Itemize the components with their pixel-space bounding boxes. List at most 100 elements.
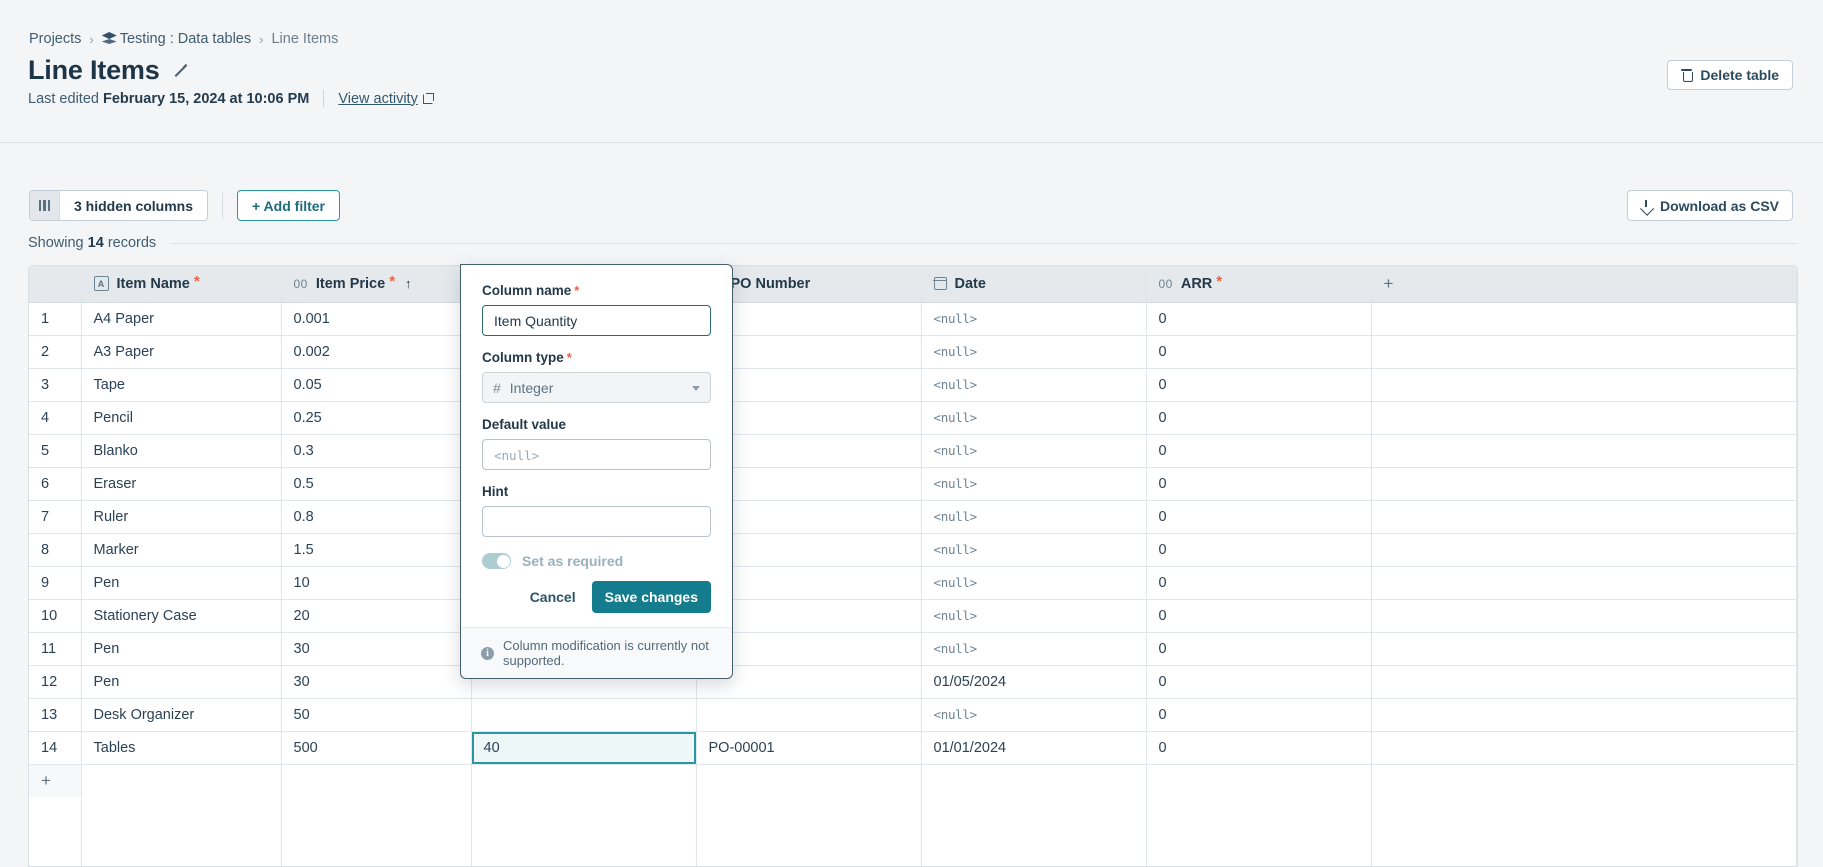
cell-item-price[interactable]: 500: [281, 731, 472, 765]
cell-arr[interactable]: 0: [1146, 533, 1372, 567]
hint-input[interactable]: [482, 506, 711, 537]
cell-item-name[interactable]: Pen: [81, 665, 282, 699]
hidden-columns-button[interactable]: 3 hidden columns: [29, 190, 209, 221]
cell-date[interactable]: <null>: [921, 368, 1147, 402]
cell-item-price[interactable]: 0.05: [281, 368, 472, 402]
cell-empty: [1371, 599, 1797, 633]
column-name-input[interactable]: [482, 305, 711, 336]
column-header-item-name[interactable]: A Item Name *: [81, 266, 282, 303]
cell-item-price[interactable]: 30: [281, 632, 472, 666]
cell-item-name[interactable]: Pen: [81, 566, 282, 600]
cell-date[interactable]: <null>: [921, 599, 1147, 633]
cell-date[interactable]: <null>: [921, 434, 1147, 468]
cell-item-price[interactable]: 0.001: [281, 302, 472, 336]
view-activity-link[interactable]: View activity: [338, 91, 434, 107]
cell-item-name[interactable]: Marker: [81, 533, 282, 567]
cell-date[interactable]: <null>: [921, 335, 1147, 369]
cell-item-name[interactable]: Tables: [81, 731, 282, 765]
cell-date[interactable]: <null>: [921, 401, 1147, 435]
cell-item-name[interactable]: Ruler: [81, 500, 282, 534]
add-row[interactable]: +: [29, 764, 1797, 797]
breadcrumb-testing-label: Testing : Data tables: [119, 31, 252, 47]
sort-ascending-icon[interactable]: ↑: [405, 276, 412, 291]
column-type-select[interactable]: # Integer: [482, 372, 711, 403]
cancel-button[interactable]: Cancel: [528, 583, 578, 611]
cell-arr[interactable]: 0: [1146, 632, 1372, 666]
cell-item-name[interactable]: Pencil: [81, 401, 282, 435]
cell-item-name[interactable]: Tape: [81, 368, 282, 402]
cell-item-price[interactable]: 0.002: [281, 335, 472, 369]
edit-pencil-icon[interactable]: [172, 63, 187, 78]
breadcrumb-projects[interactable]: Projects: [29, 31, 81, 47]
calendar-type-icon: [933, 277, 947, 291]
cell-item-price[interactable]: 0.8: [281, 500, 472, 534]
breadcrumb-testing[interactable]: Testing : Data tables: [101, 31, 252, 47]
download-csv-button[interactable]: Download as CSV: [1626, 190, 1793, 221]
hint-label-text: Hint: [482, 484, 509, 499]
cell-arr[interactable]: 0: [1146, 434, 1372, 468]
add-filter-button[interactable]: + Add filter: [237, 190, 341, 221]
cell-date[interactable]: <null>: [921, 566, 1147, 600]
cell-item-name[interactable]: Eraser: [81, 467, 282, 501]
cell-date[interactable]: 01/05/2024: [921, 665, 1147, 699]
row-number: 3: [29, 368, 82, 402]
cell-arr[interactable]: 0: [1146, 599, 1372, 633]
cell-item-name[interactable]: Pen: [81, 632, 282, 666]
cell-arr[interactable]: 0: [1146, 401, 1372, 435]
add-row-button[interactable]: +: [29, 764, 82, 797]
cell-date-value: <null>: [933, 574, 978, 590]
cell-arr[interactable]: 0: [1146, 731, 1372, 765]
default-value-input[interactable]: [482, 439, 711, 470]
cell-item-price[interactable]: 1.5: [281, 533, 472, 567]
cell-item-name[interactable]: A3 Paper: [81, 335, 282, 369]
cell-po-number[interactable]: PO-00001: [696, 731, 922, 765]
add-column-button[interactable]: +: [1371, 266, 1797, 303]
cell-po-number[interactable]: [696, 698, 922, 732]
cell-item-name[interactable]: Desk Organizer: [81, 698, 282, 732]
cell-date[interactable]: 01/01/2024: [921, 731, 1147, 765]
cell-item-quantity[interactable]: 40: [471, 731, 697, 765]
row-number: 6: [29, 467, 82, 501]
table-row: 8 Marker 1.5 <null> 0: [29, 533, 1797, 567]
cell-date[interactable]: <null>: [921, 500, 1147, 534]
cell-arr[interactable]: 0: [1146, 500, 1372, 534]
cell-date[interactable]: <null>: [921, 467, 1147, 501]
cell-arr[interactable]: 0: [1146, 467, 1372, 501]
column-header-arr[interactable]: 00 ARR *: [1146, 266, 1372, 303]
cell-item-quantity[interactable]: [471, 698, 697, 732]
required-marker: *: [566, 350, 572, 365]
cell-date[interactable]: <null>: [921, 302, 1147, 336]
cell-item-name-value: Marker: [93, 541, 139, 558]
cell-item-name[interactable]: Blanko: [81, 434, 282, 468]
cell-arr[interactable]: 0: [1146, 566, 1372, 600]
cell-item-price[interactable]: 50: [281, 698, 472, 732]
column-header-date[interactable]: Date: [921, 266, 1147, 303]
number-type-icon: 00: [293, 276, 308, 291]
cell-date[interactable]: <null>: [921, 533, 1147, 567]
cell-item-price[interactable]: 0.25: [281, 401, 472, 435]
cell-item-price[interactable]: 30: [281, 665, 472, 699]
cell-arr[interactable]: 0: [1146, 302, 1372, 336]
divider: [323, 90, 325, 107]
column-header-item-price[interactable]: 00 Item Price * ↑: [281, 266, 472, 303]
cell-item-name[interactable]: Stationery Case: [81, 599, 282, 633]
cell-item-name[interactable]: A4 Paper: [81, 302, 282, 336]
cell-arr[interactable]: 0: [1146, 665, 1372, 699]
cell-arr[interactable]: 0: [1146, 335, 1372, 369]
cell-arr[interactable]: 0: [1146, 368, 1372, 402]
cell-arr[interactable]: 0: [1146, 698, 1372, 732]
cell-empty: [1371, 467, 1797, 501]
cell-date[interactable]: <null>: [921, 632, 1147, 666]
cell-item-price[interactable]: 0.3: [281, 434, 472, 468]
cell-item-price[interactable]: 0.5: [281, 467, 472, 501]
cell-date[interactable]: <null>: [921, 698, 1147, 732]
cell-item-price-value: 10: [293, 574, 310, 591]
cell-item-price[interactable]: 20: [281, 599, 472, 633]
cell-item-price[interactable]: 10: [281, 566, 472, 600]
column-name-label: Column name *: [482, 283, 711, 298]
cell-item-name-value: Pen: [93, 640, 120, 657]
cell-item-price-value: 0.8: [293, 508, 314, 525]
save-changes-button[interactable]: Save changes: [591, 581, 711, 613]
set-required-toggle[interactable]: [482, 553, 511, 569]
delete-table-button[interactable]: Delete table: [1667, 60, 1793, 90]
